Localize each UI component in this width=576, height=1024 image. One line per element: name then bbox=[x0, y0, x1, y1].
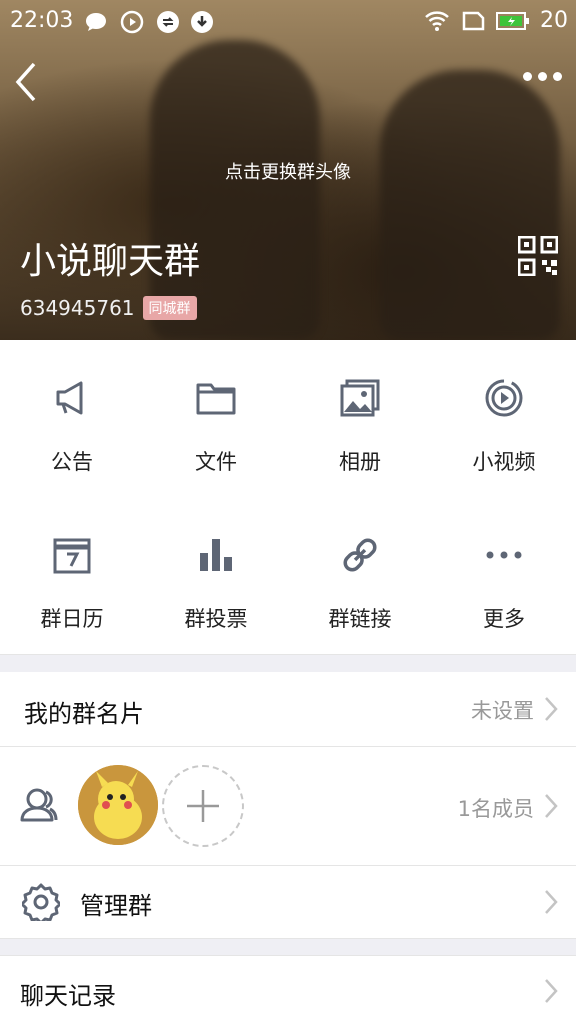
group-header[interactable]: 22:03 20 点击更换群头像 小说聊天群 634945761 同城群 bbox=[0, 0, 576, 340]
video-icon bbox=[485, 379, 523, 417]
status-bar: 22:03 20 bbox=[0, 0, 576, 42]
feature-album[interactable]: 相册 bbox=[288, 340, 432, 497]
chevron-right-icon bbox=[545, 979, 558, 1003]
change-avatar-hint[interactable]: 点击更换群头像 bbox=[0, 158, 576, 184]
add-member-button[interactable] bbox=[162, 765, 244, 847]
play-circle-icon bbox=[120, 10, 144, 34]
feature-link[interactable]: 群链接 bbox=[288, 497, 432, 654]
group-tag-badge: 同城群 bbox=[142, 296, 197, 320]
folder-icon bbox=[196, 383, 236, 415]
feature-short-video[interactable]: 小视频 bbox=[432, 340, 576, 497]
member-avatar[interactable] bbox=[78, 765, 158, 845]
photo-album-icon bbox=[340, 379, 380, 417]
feature-vote[interactable]: 群投票 bbox=[144, 497, 288, 654]
feature-grid: 公告 文件 相册 小视频 群日历 群投票 群链接 更多 bbox=[0, 340, 576, 654]
feature-label: 公告 bbox=[51, 450, 93, 474]
background-photo bbox=[150, 40, 320, 340]
link-icon bbox=[343, 538, 377, 572]
bar-chart-icon bbox=[200, 539, 232, 571]
member-count: 1名成员 bbox=[457, 797, 534, 821]
megaphone-icon bbox=[56, 381, 83, 415]
row-title: 管理群 bbox=[80, 892, 152, 920]
row-title: 聊天记录 bbox=[20, 982, 116, 1010]
feature-label: 小视频 bbox=[472, 450, 536, 474]
background-photo-figure bbox=[380, 70, 560, 340]
my-group-card-row[interactable]: 我的群名片 未设置 bbox=[0, 672, 576, 746]
feature-label: 群日历 bbox=[40, 607, 104, 631]
more-icon bbox=[486, 551, 522, 559]
calendar-icon bbox=[53, 538, 91, 574]
chat-history-row[interactable]: 聊天记录 bbox=[0, 956, 576, 1024]
chevron-right-icon bbox=[545, 794, 558, 818]
more-options-icon[interactable] bbox=[523, 72, 562, 81]
sim-card-icon bbox=[462, 11, 485, 30]
group-card-value: 未设置 bbox=[471, 699, 534, 723]
feature-more[interactable]: 更多 bbox=[432, 497, 576, 654]
download-icon bbox=[191, 11, 213, 33]
group-id-row: 634945761 同城群 bbox=[20, 296, 197, 320]
chevron-right-icon bbox=[545, 890, 558, 914]
plus-icon bbox=[187, 790, 219, 822]
feature-calendar[interactable]: 群日历 bbox=[0, 497, 144, 654]
feature-label: 文件 bbox=[195, 450, 237, 474]
group-id: 634945761 bbox=[20, 296, 135, 320]
feature-label: 群投票 bbox=[184, 607, 248, 631]
status-time: 22:03 bbox=[10, 8, 74, 33]
manage-group-row[interactable]: 管理群 bbox=[0, 866, 576, 938]
battery-level: 20 bbox=[540, 8, 568, 33]
wifi-icon bbox=[425, 10, 449, 31]
sync-icon bbox=[157, 11, 179, 33]
feature-label: 更多 bbox=[483, 607, 525, 631]
feature-files[interactable]: 文件 bbox=[144, 340, 288, 497]
chat-bubble-icon bbox=[86, 13, 106, 31]
feature-label: 群链接 bbox=[328, 607, 392, 631]
gear-icon bbox=[22, 883, 60, 921]
pikachu-avatar-image bbox=[78, 765, 158, 845]
group-name: 小说聊天群 bbox=[20, 241, 201, 282]
members-icon bbox=[20, 788, 58, 822]
qr-code-icon[interactable] bbox=[518, 236, 558, 276]
members-row[interactable]: 1名成员 bbox=[0, 747, 576, 865]
feature-label: 相册 bbox=[339, 450, 381, 474]
row-title: 我的群名片 bbox=[24, 700, 144, 728]
battery-icon bbox=[496, 11, 529, 30]
chevron-right-icon bbox=[545, 697, 558, 721]
back-arrow-icon[interactable] bbox=[14, 62, 38, 102]
feature-announcement[interactable]: 公告 bbox=[0, 340, 144, 497]
